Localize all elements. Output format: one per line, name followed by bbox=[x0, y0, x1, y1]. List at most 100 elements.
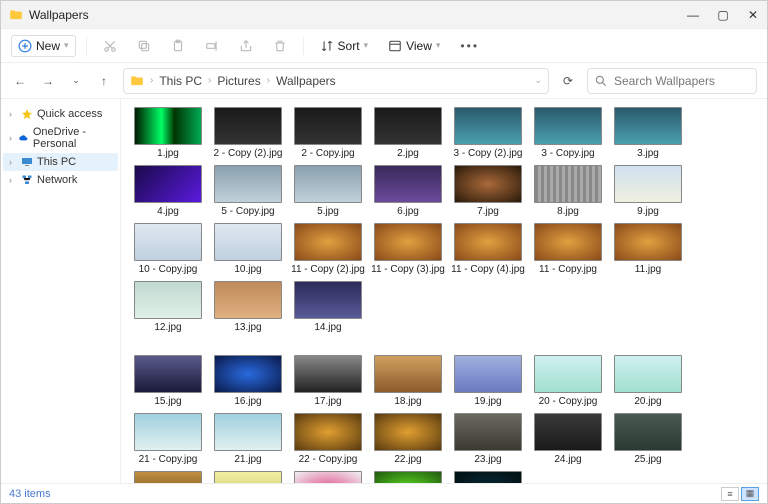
forward-button[interactable]: → bbox=[39, 72, 57, 90]
file-item[interactable]: 11 - Copy (2).jpg bbox=[291, 223, 365, 275]
chevron-right-icon[interactable]: › bbox=[208, 75, 211, 86]
chevron-right-icon[interactable]: › bbox=[267, 75, 270, 86]
sidebar-item-network[interactable]: › Network bbox=[3, 171, 118, 189]
file-item[interactable]: 6.jpg bbox=[371, 165, 445, 217]
paste-button[interactable] bbox=[165, 36, 191, 56]
file-item[interactable]: 3.jpg bbox=[611, 107, 685, 159]
sidebar-item-onedrive[interactable]: › OneDrive - Personal bbox=[3, 123, 118, 153]
caret-icon[interactable]: › bbox=[9, 157, 17, 167]
sort-button[interactable]: Sort ▾ bbox=[314, 36, 375, 56]
file-item[interactable]: 11 - Copy (3).jpg bbox=[371, 223, 445, 275]
file-item[interactable]: 24.jpg bbox=[531, 413, 605, 465]
file-item[interactable]: 5.jpg bbox=[291, 165, 365, 217]
file-item[interactable]: 22.jpg bbox=[371, 413, 445, 465]
file-item[interactable]: 4.jpg bbox=[131, 165, 205, 217]
minimize-button[interactable]: — bbox=[685, 7, 701, 23]
file-item[interactable]: 10.jpg bbox=[211, 223, 285, 275]
file-item[interactable]: 28.jpg bbox=[291, 471, 365, 483]
view-button-label: View bbox=[406, 39, 432, 53]
file-item[interactable]: 19.jpg bbox=[451, 355, 525, 407]
file-thumbnail bbox=[614, 223, 682, 261]
file-item[interactable]: 13.jpg bbox=[211, 281, 285, 333]
file-item[interactable]: 3 - Copy (2).jpg bbox=[451, 107, 525, 159]
file-item[interactable]: 1.jpg bbox=[131, 107, 205, 159]
file-item[interactable]: 8.jpg bbox=[531, 165, 605, 217]
file-item[interactable]: 2.jpg bbox=[371, 107, 445, 159]
up-button[interactable]: ↑ bbox=[95, 72, 113, 90]
file-thumbnail bbox=[614, 165, 682, 203]
file-item[interactable]: 26.jpg bbox=[131, 471, 205, 483]
file-item[interactable]: 20 - Copy.jpg bbox=[531, 355, 605, 407]
cut-button[interactable] bbox=[97, 36, 123, 56]
star-icon bbox=[21, 108, 33, 120]
body: › Quick access › OneDrive - Personal › T… bbox=[1, 99, 767, 483]
maximize-button[interactable]: ▢ bbox=[715, 7, 731, 23]
file-item[interactable]: 5 - Copy.jpg bbox=[211, 165, 285, 217]
chevron-right-icon[interactable]: › bbox=[150, 75, 153, 86]
back-button[interactable]: ← bbox=[11, 72, 29, 90]
file-item[interactable]: 11.jpg bbox=[611, 223, 685, 275]
file-item[interactable]: 12.jpg bbox=[131, 281, 205, 333]
rename-button[interactable] bbox=[199, 36, 225, 56]
file-item[interactable]: 2 - Copy (2).jpg bbox=[211, 107, 285, 159]
copy-button[interactable] bbox=[131, 36, 157, 56]
file-item[interactable]: 3 - Copy.jpg bbox=[531, 107, 605, 159]
file-thumbnail bbox=[294, 165, 362, 203]
thumbnails-view-button[interactable]: ▦ bbox=[741, 487, 759, 501]
file-item[interactable]: 20.jpg bbox=[611, 355, 685, 407]
file-thumbnail bbox=[454, 107, 522, 145]
file-thumbnail bbox=[454, 165, 522, 203]
search-placeholder: Search Wallpapers bbox=[614, 74, 715, 88]
file-item[interactable]: 2 - Copy.jpg bbox=[291, 107, 365, 159]
new-button[interactable]: New ▾ bbox=[11, 35, 76, 57]
file-grid[interactable]: 1.jpg2 - Copy (2).jpg2 - Copy.jpg2.jpg3 … bbox=[121, 99, 767, 483]
file-thumbnail bbox=[454, 471, 522, 483]
file-item[interactable]: 18.jpg bbox=[371, 355, 445, 407]
sidebar-item-thispc[interactable]: › This PC bbox=[3, 153, 118, 171]
file-item[interactable]: 15.jpg bbox=[131, 355, 205, 407]
close-button[interactable]: ✕ bbox=[745, 7, 761, 23]
file-thumbnail bbox=[614, 413, 682, 451]
delete-button[interactable] bbox=[267, 36, 293, 56]
sidebar-item-quick-access[interactable]: › Quick access bbox=[3, 105, 118, 123]
file-item[interactable]: 11 - Copy.jpg bbox=[531, 223, 605, 275]
file-name-label: 22.jpg bbox=[371, 454, 445, 465]
file-name-label: 21 - Copy.jpg bbox=[131, 454, 205, 465]
file-item[interactable]: 29.jpg bbox=[371, 471, 445, 483]
file-item[interactable]: 21.jpg bbox=[211, 413, 285, 465]
breadcrumb-wallpapers[interactable]: Wallpapers bbox=[276, 74, 336, 88]
refresh-button[interactable]: ⟳ bbox=[559, 72, 577, 90]
view-button[interactable]: View ▾ bbox=[382, 36, 446, 56]
file-item[interactable]: 9.jpg bbox=[611, 165, 685, 217]
search-input[interactable]: Search Wallpapers bbox=[587, 68, 757, 94]
file-item[interactable]: 11 - Copy (4).jpg bbox=[451, 223, 525, 275]
recent-dropdown-icon[interactable]: ⌄ bbox=[67, 72, 85, 90]
caret-icon[interactable]: › bbox=[9, 175, 17, 185]
file-name-label: 8.jpg bbox=[531, 206, 605, 217]
file-item[interactable]: 23.jpg bbox=[451, 413, 525, 465]
titlebar[interactable]: Wallpapers — ▢ ✕ bbox=[1, 1, 767, 29]
file-thumbnail bbox=[214, 165, 282, 203]
file-item[interactable]: 22 - Copy.jpg bbox=[291, 413, 365, 465]
breadcrumb-pictures[interactable]: Pictures bbox=[217, 74, 260, 88]
chevron-down-icon[interactable]: ⌄ bbox=[534, 75, 542, 86]
file-item[interactable]: 25.jpg bbox=[611, 413, 685, 465]
file-item[interactable]: 17.jpg bbox=[291, 355, 365, 407]
share-button[interactable] bbox=[233, 36, 259, 56]
sort-icon bbox=[320, 39, 334, 53]
file-item[interactable]: 7.jpg bbox=[451, 165, 525, 217]
cut-icon bbox=[103, 39, 117, 53]
details-view-button[interactable]: ≡ bbox=[721, 487, 739, 501]
breadcrumb-thispc[interactable]: This PC bbox=[159, 74, 202, 88]
caret-icon[interactable]: › bbox=[9, 133, 15, 143]
caret-icon[interactable]: › bbox=[9, 109, 17, 119]
more-button[interactable]: ••• bbox=[454, 36, 485, 56]
file-item[interactable]: 14.jpg bbox=[291, 281, 365, 333]
file-item[interactable]: 30.jpg bbox=[451, 471, 525, 483]
file-name-label: 23.jpg bbox=[451, 454, 525, 465]
file-item[interactable]: 10 - Copy.jpg bbox=[131, 223, 205, 275]
file-item[interactable]: 16.jpg bbox=[211, 355, 285, 407]
file-item[interactable]: 21 - Copy.jpg bbox=[131, 413, 205, 465]
file-item[interactable]: 27.jpg bbox=[211, 471, 285, 483]
breadcrumb-bar[interactable]: › This PC › Pictures › Wallpapers ⌄ bbox=[123, 68, 549, 94]
